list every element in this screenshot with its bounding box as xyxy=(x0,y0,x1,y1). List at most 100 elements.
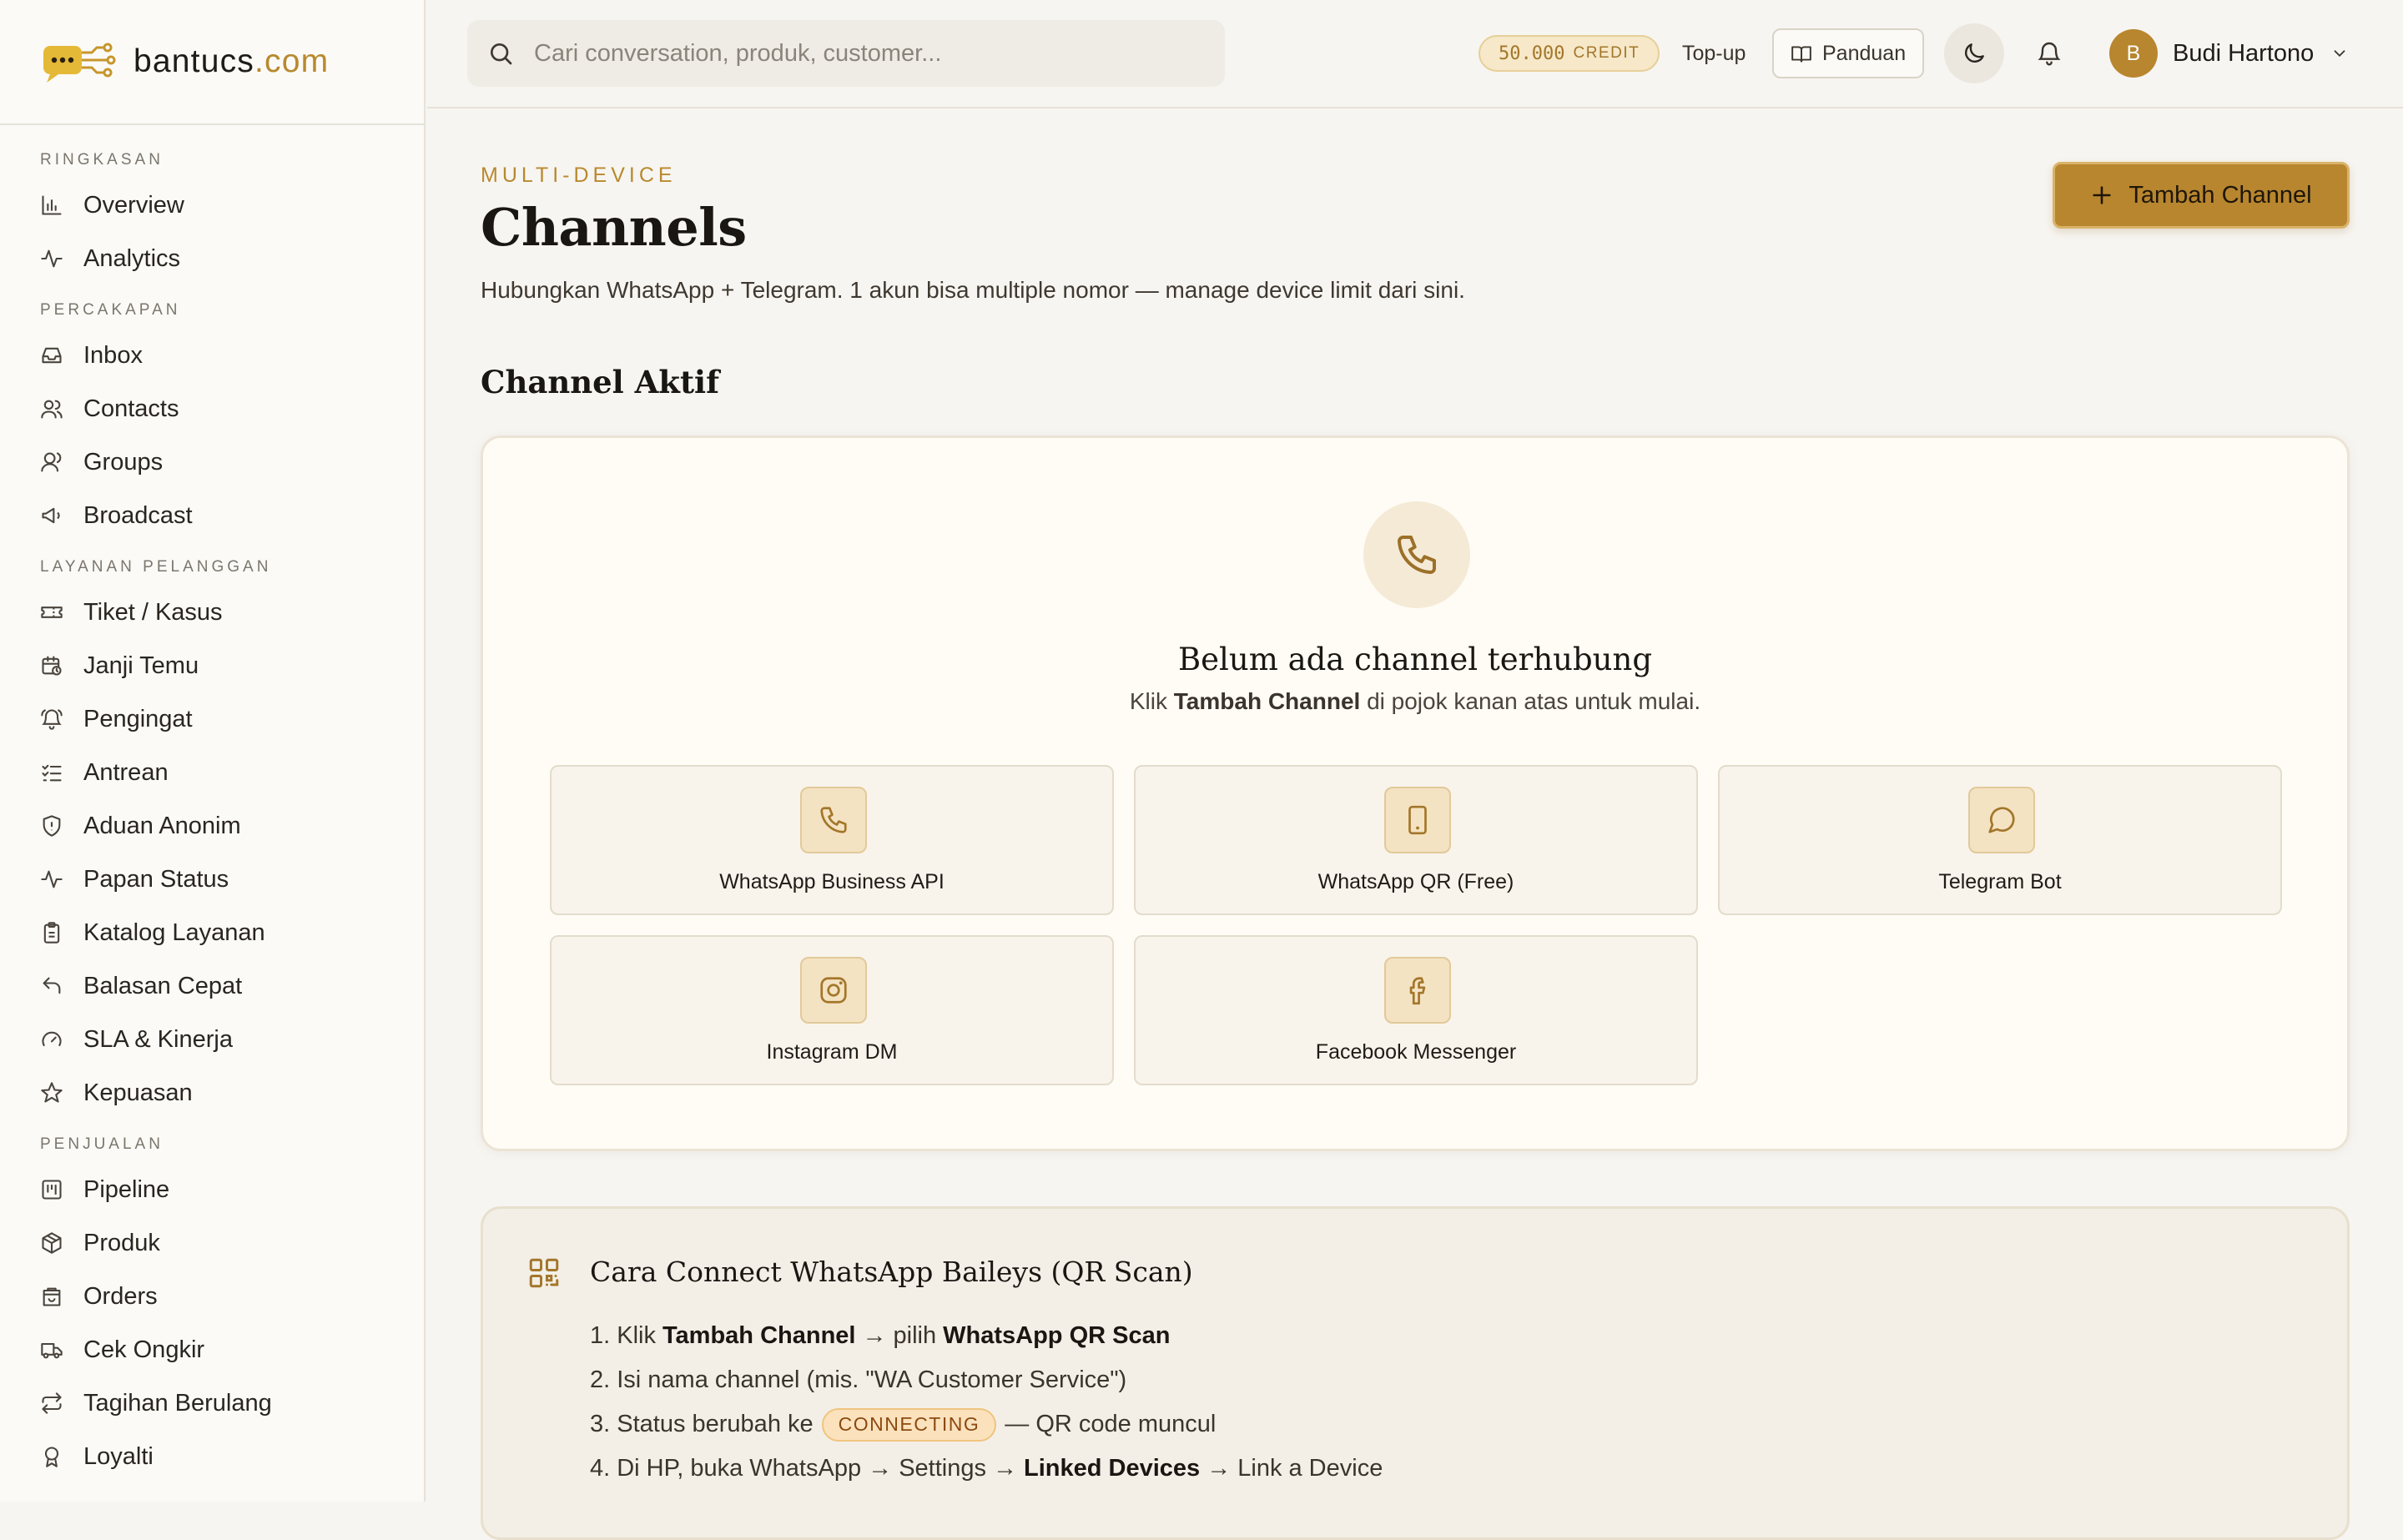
topup-link[interactable]: Top-up xyxy=(1682,33,1746,73)
page-title: Channels xyxy=(481,197,747,258)
truck-icon xyxy=(41,1342,63,1359)
empty-state-icon xyxy=(1363,501,1470,608)
gauge-icon xyxy=(42,1031,62,1047)
ticket-icon xyxy=(41,606,63,618)
credit-amount: 50.000 xyxy=(1499,43,1565,64)
megaphone-icon xyxy=(42,507,60,524)
sidebar-item-cek-ongkir[interactable]: Cek Ongkir xyxy=(0,1323,424,1376)
guide-step-1: 1. Klik Tambah Channel → pilih WhatsApp QR … xyxy=(590,1322,1171,1349)
clipboard-icon xyxy=(43,922,60,944)
activity-icon xyxy=(41,249,63,268)
sidebar-item-tiket-kasus[interactable]: Tiket / Kasus xyxy=(0,586,424,639)
guide-step-3: 3. Status berubah ke CONNECTING — QR code … xyxy=(590,1402,1383,1447)
avatar: B xyxy=(2109,29,2158,78)
sidebar-item-pengingat[interactable]: Pengingat xyxy=(0,692,424,746)
channel-tile-label: Facebook Messenger xyxy=(1315,1040,1517,1064)
list-checks-icon xyxy=(42,764,62,782)
facebook-icon xyxy=(1409,977,1426,1005)
message-circle-icon xyxy=(1988,807,2015,833)
user-menu[interactable]: B Budi Hartono xyxy=(2109,28,2349,78)
credit-badge: 50.000 CREDIT xyxy=(1479,35,1660,72)
star-icon xyxy=(41,1082,63,1103)
notifications-button[interactable] xyxy=(2029,33,2069,73)
sidebar: bantucs.com RINGKASAN Overview Analytics… xyxy=(0,0,426,1502)
connect-guide-card: Cara Connect WhatsApp Baileys (QR Scan) … xyxy=(481,1206,2350,1540)
book-open-icon xyxy=(1791,46,1811,63)
active-channels-card: Belum ada channel terhubung Klik Tambah … xyxy=(481,435,2350,1151)
package-icon xyxy=(42,1232,62,1254)
sidebar-item-analytics[interactable]: Analytics xyxy=(0,232,424,285)
pulse-icon xyxy=(41,870,63,888)
smartphone-icon xyxy=(1408,805,1427,835)
user-name: Budi Hartono xyxy=(2173,39,2315,67)
sidebar-item-orders[interactable]: Orders xyxy=(0,1270,424,1323)
sidebar-item-sla-kinerja[interactable]: SLA & Kinerja xyxy=(0,1013,424,1066)
bar-chart-icon xyxy=(42,195,62,215)
sidebar-item-papan-status[interactable]: Papan Status xyxy=(0,853,424,906)
channel-tile-label: WhatsApp Business API xyxy=(719,870,945,893)
instagram-icon xyxy=(820,977,847,1004)
page-description: Hubungkan WhatsApp + Telegram. 1 akun bi… xyxy=(481,277,1465,303)
empty-state-description: Klik Tambah Channel di pojok kanan atas … xyxy=(1129,688,1701,714)
search-input[interactable] xyxy=(534,39,1202,68)
empty-state-title: Belum ada channel terhubung xyxy=(1177,642,1653,677)
search-bar[interactable] xyxy=(467,20,1225,87)
kanban-icon xyxy=(42,1180,62,1200)
shopping-bag-icon xyxy=(43,1287,61,1306)
sidebar-item-broadcast[interactable]: Broadcast xyxy=(0,489,424,542)
sidebar-item-kepuasan[interactable]: Kepuasan xyxy=(0,1066,424,1120)
channel-tile-instagram-dm[interactable]: Instagram DM xyxy=(550,935,1114,1085)
channel-tile-whatsapp-qr[interactable]: WhatsApp QR (Free) xyxy=(1134,765,1698,915)
guide-step-2: 2. Isi nama channel (mis. "WA Customer S… xyxy=(590,1366,1127,1393)
credit-label: CREDIT xyxy=(1573,44,1640,62)
award-icon xyxy=(44,1447,59,1467)
channel-tile-telegram-bot[interactable]: Telegram Bot xyxy=(1718,765,2282,915)
guide-steps: 1. Klik Tambah Channel → pilih WhatsApp QR … xyxy=(590,1314,1383,1491)
moon-icon xyxy=(1965,43,1984,63)
sidebar-item-loyalti[interactable]: Loyalti xyxy=(0,1430,424,1483)
channel-tile-whatsapp-business-api[interactable]: WhatsApp Business API xyxy=(550,765,1114,915)
sidebar-item-pipeline[interactable]: Pipeline xyxy=(0,1163,424,1216)
sidebar-item-aduan-anonim[interactable]: Aduan Anonim xyxy=(0,799,424,853)
search-icon xyxy=(491,43,512,65)
calendar-clock-icon xyxy=(42,656,62,676)
sidebar-item-balasan-cepat[interactable]: Balasan Cepat xyxy=(0,959,424,1013)
channel-tile-label: Instagram DM xyxy=(766,1040,898,1064)
main-content: MULTI-DEVICE Channels Hubungkan WhatsApp… xyxy=(481,108,2350,1540)
bell-icon xyxy=(2038,42,2061,66)
panduan-label: Panduan xyxy=(1822,41,1907,65)
add-channel-button[interactable]: Tambah Channel xyxy=(2053,162,2350,229)
nav-section-percakapan: PERCAKAPAN xyxy=(40,301,181,319)
logo-icon xyxy=(43,43,116,83)
guide-title: Cara Connect WhatsApp Baileys (QR Scan) xyxy=(590,1256,1193,1288)
qr-code-icon xyxy=(529,1258,559,1288)
sidebar-nav: RINGKASAN Overview Analytics PERCAKAPAN … xyxy=(0,125,424,1483)
brand[interactable]: bantucs.com xyxy=(0,0,424,125)
nav-section-ringkasan: RINGKASAN xyxy=(40,151,164,169)
channel-tile-facebook-messenger[interactable]: Facebook Messenger xyxy=(1134,935,1698,1085)
guide-step-4: 4. Di HP, buka WhatsApp → Settings → Link… xyxy=(590,1455,1383,1482)
panduan-button[interactable]: Panduan xyxy=(1772,28,1925,78)
nav-section-layanan-pelanggan: LAYANAN PELANGGAN xyxy=(40,558,272,576)
users-icon xyxy=(41,400,63,419)
sidebar-item-groups[interactable]: Groups xyxy=(0,435,424,489)
sidebar-item-tagihan-berulang[interactable]: Tagihan Berulang xyxy=(0,1376,424,1430)
sidebar-item-katalog-layanan[interactable]: Katalog Layanan xyxy=(0,906,424,959)
section-title: Channel Aktif xyxy=(481,364,720,400)
repeat-icon xyxy=(42,1392,62,1414)
sidebar-item-contacts[interactable]: Contacts xyxy=(0,382,424,435)
chevron-down-icon xyxy=(2334,50,2345,58)
page-eyebrow: MULTI-DEVICE xyxy=(481,164,677,187)
add-channel-label: Tambah Channel xyxy=(2128,181,2312,209)
topbar: 50.000 CREDIT Top-up Panduan B Budi Hart… xyxy=(427,0,2403,108)
sidebar-item-janji-temu[interactable]: Janji Temu xyxy=(0,639,424,692)
channel-tile-label: WhatsApp QR (Free) xyxy=(1317,870,1514,893)
sidebar-item-overview[interactable]: Overview xyxy=(0,179,424,232)
sidebar-item-inbox[interactable]: Inbox xyxy=(0,329,424,382)
shield-icon xyxy=(43,815,61,837)
sidebar-item-produk[interactable]: Produk xyxy=(0,1216,424,1270)
sidebar-item-antrean[interactable]: Antrean xyxy=(0,746,424,799)
status-badge: CONNECTING xyxy=(821,1407,997,1442)
reply-icon xyxy=(43,977,61,994)
theme-toggle-button[interactable] xyxy=(1944,23,2004,83)
